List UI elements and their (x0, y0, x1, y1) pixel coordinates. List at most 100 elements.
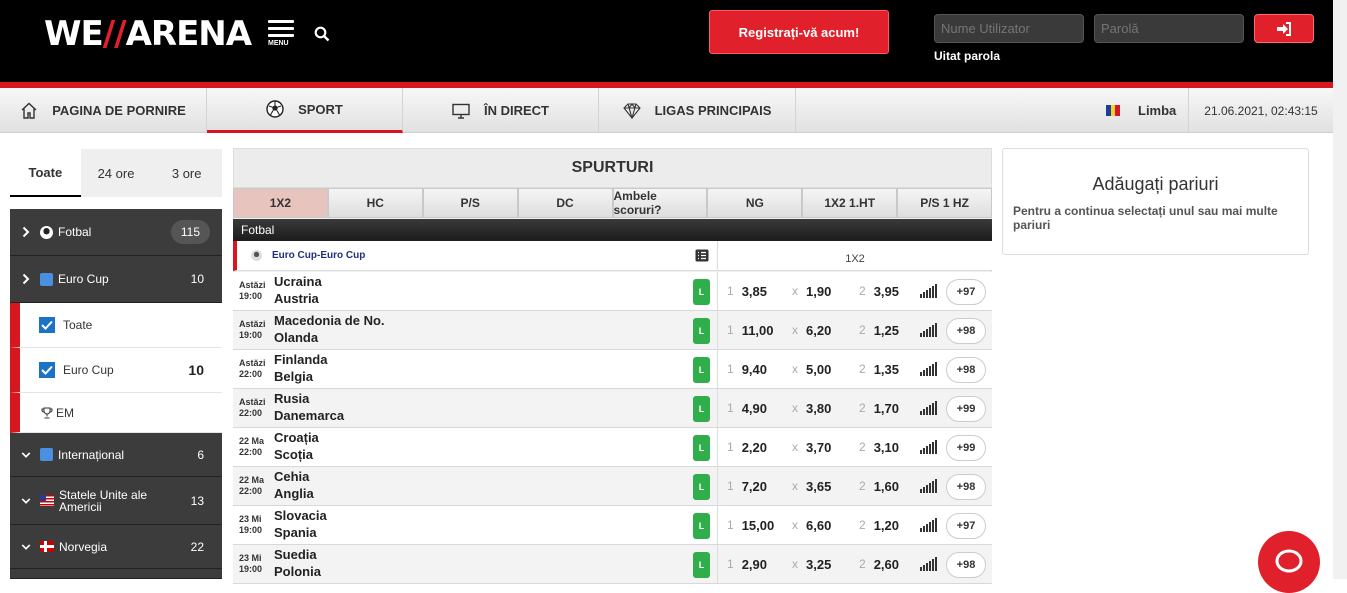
sidebar-subitem-eurocup[interactable]: Euro Cup 10 (10, 348, 222, 393)
odd-home[interactable]: 1 9,40 (727, 350, 767, 388)
sidebar-item-norway[interactable]: Norvegia 22 (10, 525, 222, 569)
sidebar-item-eurocup[interactable]: Euro Cup 10 (10, 256, 222, 303)
more-markets-button[interactable]: +97 (946, 513, 986, 539)
more-markets-button[interactable]: +99 (946, 435, 986, 461)
more-markets-button[interactable]: +97 (946, 279, 986, 305)
match-teams[interactable]: Ucraina Austria (274, 273, 322, 307)
tab-hc[interactable]: HC (327, 188, 423, 218)
register-button[interactable]: Registrați-vă acum! (709, 10, 889, 54)
odd-draw[interactable]: x 1,90 (792, 272, 831, 310)
menu-icon[interactable]: MENU (268, 20, 294, 48)
chat-button[interactable] (1258, 531, 1320, 593)
odd-home[interactable]: 1 2,20 (727, 428, 767, 466)
table-row[interactable]: Astăzi 22:00 Finlanda Belgia L 1 9,40 x 5,00 2 1,3… (233, 350, 992, 389)
match-teams[interactable]: Croația Scoția (274, 429, 319, 463)
odd-draw[interactable]: x 3,80 (792, 389, 831, 427)
tab-24h[interactable]: 24 ore (81, 149, 152, 197)
tab-over-under[interactable]: P/S (422, 188, 518, 218)
odd-away[interactable]: 2 1,70 (859, 389, 899, 427)
match-teams[interactable]: Slovacia Spania (274, 507, 327, 541)
more-markets-button[interactable]: +98 (946, 474, 986, 500)
sidebar-item-fotbal[interactable]: Fotbal 115 (10, 209, 222, 256)
odd-draw[interactable]: x 6,20 (792, 311, 831, 349)
odd-draw[interactable]: x 6,60 (792, 506, 831, 544)
sidebar-subitem-label: Euro Cup (63, 363, 114, 377)
checkbox-checked-icon[interactable] (39, 362, 55, 378)
table-row[interactable]: Astăzi 19:00 Macedonia de No. Olanda L 1 11,00… (233, 311, 992, 350)
odd-home[interactable]: 1 2,90 (727, 545, 767, 583)
more-markets-button[interactable]: +98 (946, 552, 986, 578)
stats-bars-icon[interactable] (920, 284, 937, 298)
login-button[interactable] (1254, 14, 1314, 43)
tab-1x2-ht[interactable]: 1X2 1.HT (802, 188, 898, 218)
odd-away[interactable]: 2 2,60 (859, 545, 899, 583)
table-row[interactable]: Astăzi 19:00 Ucraina Austria L 1 3,85 x 1,90 2 3,9… (233, 272, 992, 311)
search-icon[interactable] (314, 26, 330, 42)
table-row[interactable]: Astăzi 22:00 Rusia Danemarca L 1 4,90 x 3,80 2 1,7… (233, 389, 992, 428)
tab-3h[interactable]: 3 ore (151, 149, 222, 197)
tab-dc[interactable]: DC (517, 188, 613, 218)
sidebar-item-international[interactable]: Internațional 6 (10, 433, 222, 477)
odd-home[interactable]: 1 3,85 (727, 272, 767, 310)
odd-home[interactable]: 1 4,90 (727, 389, 767, 427)
match-teams[interactable]: Rusia Danemarca (274, 390, 344, 424)
match-date: 23 Mi 19:00 (239, 514, 263, 535)
stats-bars-icon[interactable] (920, 323, 937, 337)
odd-draw[interactable]: x 3,70 (792, 428, 831, 466)
odd-away[interactable]: 2 1,35 (859, 350, 899, 388)
tab-ng[interactable]: NG (707, 188, 803, 218)
odd-away[interactable]: 2 3,10 (859, 428, 899, 466)
checkbox-checked-icon[interactable] (39, 317, 55, 333)
stats-bars-icon[interactable] (920, 518, 937, 532)
more-markets-button[interactable]: +98 (946, 318, 986, 344)
away-team: Anglia (274, 486, 314, 501)
odd-draw[interactable]: x 5,00 (792, 350, 831, 388)
nav-sport[interactable]: SPORT (207, 88, 403, 133)
nav-live[interactable]: ÎN DIRECT (403, 88, 599, 133)
language-selector[interactable]: Limba (1106, 88, 1176, 133)
logo[interactable]: WE//ARENA (44, 14, 252, 54)
more-markets-button[interactable]: +99 (946, 396, 986, 422)
username-input[interactable] (934, 14, 1084, 43)
match-teams[interactable]: Macedonia de No. Olanda (274, 312, 385, 346)
sidebar-item-next[interactable] (10, 569, 222, 579)
home-team: Ucraina (274, 274, 322, 289)
odd-away[interactable]: 2 3,95 (859, 272, 899, 310)
odd-away[interactable]: 2 1,60 (859, 467, 899, 505)
stats-bars-icon[interactable] (920, 479, 937, 493)
sidebar-subitem-em[interactable]: EM (10, 393, 222, 433)
match-teams[interactable]: Cehia Anglia (274, 468, 314, 502)
table-row[interactable]: 22 Ma 22:00 Croația Scoția L 1 2,20 x 3,70 2 3,10 +… (233, 428, 992, 467)
tab-btts[interactable]: Ambele scoruri? (612, 188, 708, 218)
table-row[interactable]: 23 Mi 19:00 Slovacia Spania L 1 15,00 x 6,60 2 1,2… (233, 506, 992, 545)
odd-home[interactable]: 1 15,00 (727, 506, 774, 544)
forgot-password-link[interactable]: Uitat parola (934, 49, 1000, 63)
stats-bars-icon[interactable] (920, 401, 937, 415)
odd-home[interactable]: 1 7,20 (727, 467, 767, 505)
odd-away[interactable]: 2 1,25 (859, 311, 899, 349)
odds-group: 1 2,90 x 3,25 2 2,60 (717, 545, 917, 583)
table-row[interactable]: 23 Mi 19:00 Suedia Polonia L 1 2,90 x 3,25 2 2,60 +… (233, 545, 992, 584)
table-row[interactable]: 22 Ma 22:00 Cehia Anglia L 1 7,20 x 3,65 2 1,60 +98 (233, 467, 992, 506)
sidebar-subitem-toate[interactable]: Toate (10, 303, 222, 348)
password-input[interactable] (1094, 14, 1244, 43)
nav-home[interactable]: PAGINA DE PORNIRE (0, 88, 207, 133)
match-teams[interactable]: Suedia Polonia (274, 546, 321, 580)
tab-all[interactable]: Toate (10, 149, 81, 197)
stats-bars-icon[interactable] (920, 362, 937, 376)
stats-bars-icon[interactable] (920, 440, 937, 454)
list-icon[interactable] (695, 249, 709, 262)
nav-top-leagues[interactable]: LIGAS PRINCIPAIS (599, 88, 796, 133)
odd-draw[interactable]: x 3,65 (792, 467, 831, 505)
tab-ou-1h[interactable]: P/S 1 HZ (897, 188, 992, 218)
match-teams[interactable]: Finlanda Belgia (274, 351, 327, 385)
tab-1x2[interactable]: 1X2 (233, 188, 328, 218)
stats-bars-icon[interactable] (920, 557, 937, 571)
league-header[interactable]: Euro Cup-Euro Cup (233, 241, 717, 271)
scrollbar[interactable] (1333, 0, 1347, 579)
sidebar-item-usa[interactable]: Statele Unite ale Americii 13 (10, 477, 222, 525)
more-markets-button[interactable]: +98 (946, 357, 986, 383)
odd-draw[interactable]: x 3,25 (792, 545, 831, 583)
odd-away[interactable]: 2 1,20 (859, 506, 899, 544)
odd-home[interactable]: 1 11,00 (727, 311, 774, 349)
